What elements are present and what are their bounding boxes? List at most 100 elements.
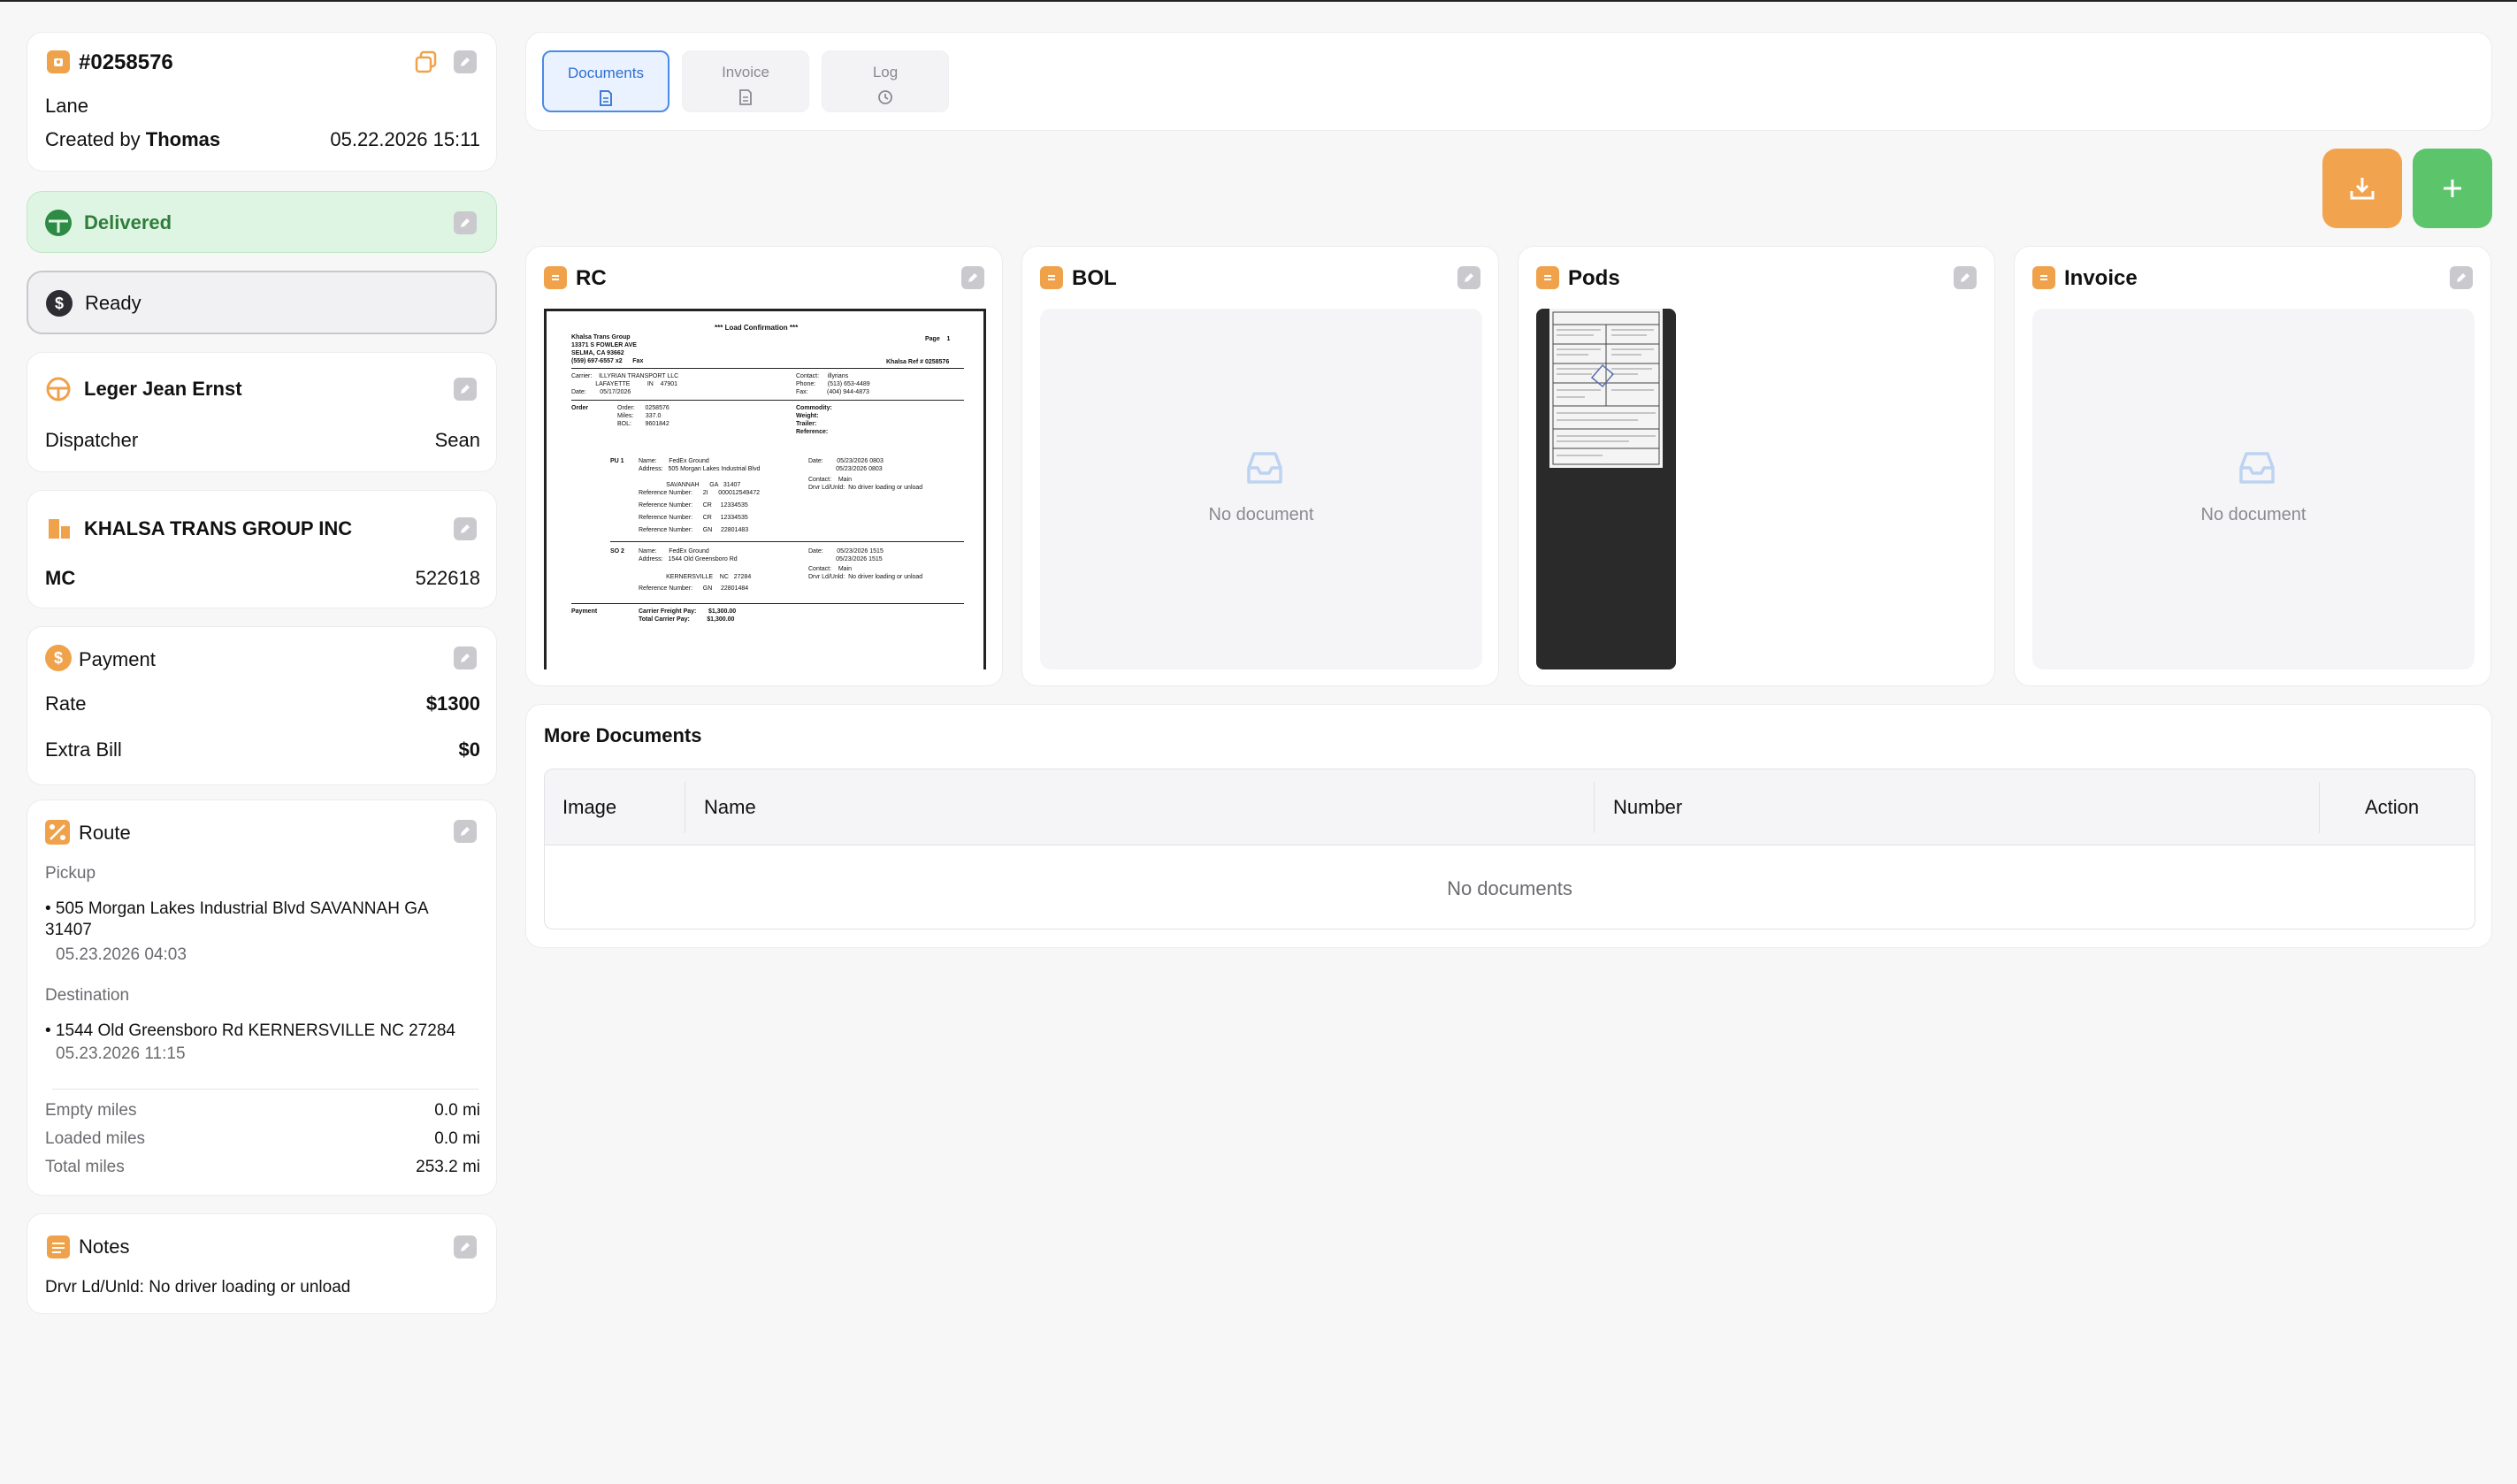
doc-title-pods: Pods <box>1568 266 1620 290</box>
pod-thumbnail <box>1549 309 1663 468</box>
rc-pu-7: Reference Number: GN 22801483 <box>639 527 749 533</box>
lane-label: Lane <box>45 95 88 117</box>
order-icon <box>47 50 70 73</box>
doc-card-bol: BOL No document <box>1021 246 1499 686</box>
created-by: Created by Thomas <box>45 128 220 151</box>
column-divider <box>2319 782 2320 833</box>
tab-documents[interactable]: Documents <box>542 50 669 112</box>
doc-card-rc: RC *** Load Confirmation *** Khalsa Tran… <box>525 246 1003 686</box>
copy-icon[interactable] <box>413 49 440 75</box>
delivery-status-text: Delivered <box>84 211 172 233</box>
rc-carrier-1: LAFAYETTE IN 47901 <box>571 381 678 387</box>
notes-text: Drvr Ld/Unld: No driver loading or unloa… <box>45 1278 351 1297</box>
payment-title: Payment <box>79 648 156 670</box>
rc-commodity-3: Reference: <box>796 429 829 435</box>
rate-value: $1300 <box>425 692 480 715</box>
rc-company-2: SELMA, CA 93662 <box>571 350 624 356</box>
edit-order-button[interactable] <box>454 50 477 73</box>
steering-wheel-icon <box>45 376 72 402</box>
rc-rule <box>571 603 964 604</box>
add-document-button[interactable] <box>2413 149 2492 228</box>
pods-preview[interactable] <box>1536 309 1676 669</box>
rc-company-3: (559) 697-6557 x2 Fax <box>571 358 644 364</box>
pickup-label: Pickup <box>45 864 96 883</box>
bol-empty-slot[interactable]: No document <box>1040 309 1482 669</box>
column-action: Action <box>2365 796 2420 818</box>
edit-bol-button[interactable] <box>1457 266 1480 289</box>
edit-payment-button[interactable] <box>454 646 477 669</box>
rc-pu-right-3: Drvr Ld/Unld: No driver loading or unloa… <box>808 485 923 491</box>
edit-delivery-status-button[interactable] <box>454 211 477 234</box>
bol-empty-text: No document <box>1208 505 1314 524</box>
table-empty-text: No documents <box>1447 877 1572 899</box>
delivered-icon <box>45 210 72 236</box>
rc-rule <box>571 400 964 401</box>
rc-pu-label: PU 1 <box>610 458 624 464</box>
download-button[interactable] <box>2322 149 2402 228</box>
order-number: #0258576 <box>79 50 173 74</box>
rc-pu-right-1: 05/23/2026 0803 <box>808 466 883 472</box>
rc-pu-1: Address: 505 Morgan Lakes Industrial Blv… <box>639 466 761 472</box>
rc-so-4: Reference Number: GN 22801484 <box>639 585 749 592</box>
driver-card: Leger Jean Ernst Dispatcher Sean <box>27 352 497 472</box>
pickup-address-line1: • 505 Morgan Lakes Industrial Blvd SAVAN… <box>45 899 429 918</box>
edit-notes-button[interactable] <box>454 1235 477 1258</box>
edit-route-button[interactable] <box>454 820 477 843</box>
rc-preview[interactable]: *** Load Confirmation *** Khalsa Trans G… <box>544 309 986 669</box>
payment-status-card[interactable]: $ Ready <box>27 271 497 334</box>
loaded-miles-label: Loaded miles <box>45 1129 146 1148</box>
rc-rule <box>571 368 964 369</box>
edit-driver-button[interactable] <box>454 378 477 401</box>
rc-company-1: 13371 S FOWLER AVE <box>571 342 637 348</box>
edit-invoice-button[interactable] <box>2450 266 2473 289</box>
rc-carrier-2: Date: 05/17/2026 <box>571 389 631 395</box>
rc-company-0: Khalsa Trans Group <box>571 334 631 340</box>
edit-rc-button[interactable] <box>961 266 984 289</box>
rc-payment-label: Payment <box>571 608 598 615</box>
rc-so-right-3: Drvr Ld/Unld: No driver loading or unloa… <box>808 574 923 580</box>
download-icon <box>2350 178 2375 200</box>
rc-pu-5: Reference Number: CR 12334535 <box>639 502 748 509</box>
dispatcher-label: Dispatcher <box>45 429 139 451</box>
loaded-miles-value: 0.0 mi <box>434 1129 480 1148</box>
inbox-icon <box>2239 452 2275 484</box>
rc-ref: Khalsa Ref # 0258576 <box>886 359 950 365</box>
route-card: Route Pickup • 505 Morgan Lakes Industri… <box>27 799 497 1196</box>
document-icon <box>1536 266 1559 289</box>
tab-log-label: Log <box>872 64 899 80</box>
tab-log[interactable]: Log <box>822 50 949 112</box>
document-icon <box>544 266 567 289</box>
delivery-status-card[interactable]: Delivered <box>27 191 497 253</box>
plus-icon <box>2444 180 2461 197</box>
rc-pu-right-0: Date: 05/23/2026 0803 <box>808 458 884 464</box>
money-icon: $ <box>46 290 73 317</box>
notes-icon <box>47 1235 70 1258</box>
route-icon <box>45 820 70 845</box>
rc-contact-2: Fax: (404) 944-4873 <box>796 389 869 395</box>
rc-commodity-2: Trailer: <box>796 421 817 427</box>
rc-pu-0: Name: FedEx Ground <box>639 458 709 464</box>
rc-page: Page 1 <box>925 336 951 342</box>
tab-invoice-label: Invoice <box>722 64 769 80</box>
payment-status-text: Ready <box>85 292 142 314</box>
rc-so-1: Address: 1544 Old Greensboro Rd <box>639 556 738 562</box>
invoice-empty-slot[interactable]: No document <box>2032 309 2475 669</box>
doc-card-invoice: Invoice No document <box>2014 246 2491 686</box>
rc-order-0: Order: 0258576 <box>617 405 669 411</box>
extra-bill-value: $0 <box>458 738 480 761</box>
extra-bill-label: Extra Bill <box>45 738 122 761</box>
doc-title-bol: BOL <box>1072 266 1117 290</box>
coin-icon: $ <box>45 645 72 671</box>
rc-so-3: KERNERSVILLE NC 27284 <box>639 574 752 580</box>
rc-payment-0: Carrier Freight Pay: $1,300.00 <box>639 608 737 615</box>
edit-company-button[interactable] <box>454 517 477 540</box>
document-icon <box>1040 266 1063 289</box>
rc-commodity-1: Weight: <box>796 413 819 419</box>
rc-pu-3: SAVANNAH GA 31407 <box>639 482 741 488</box>
rc-carrier-0: Carrier: ILLYRIAN TRANSPORT LLC <box>571 373 679 379</box>
edit-pods-button[interactable] <box>1954 266 1977 289</box>
driver-name: Leger Jean Ernst <box>84 378 242 400</box>
history-icon <box>878 90 892 104</box>
doc-card-pods: Pods <box>1518 246 1995 686</box>
tab-invoice[interactable]: Invoice <box>682 50 809 112</box>
